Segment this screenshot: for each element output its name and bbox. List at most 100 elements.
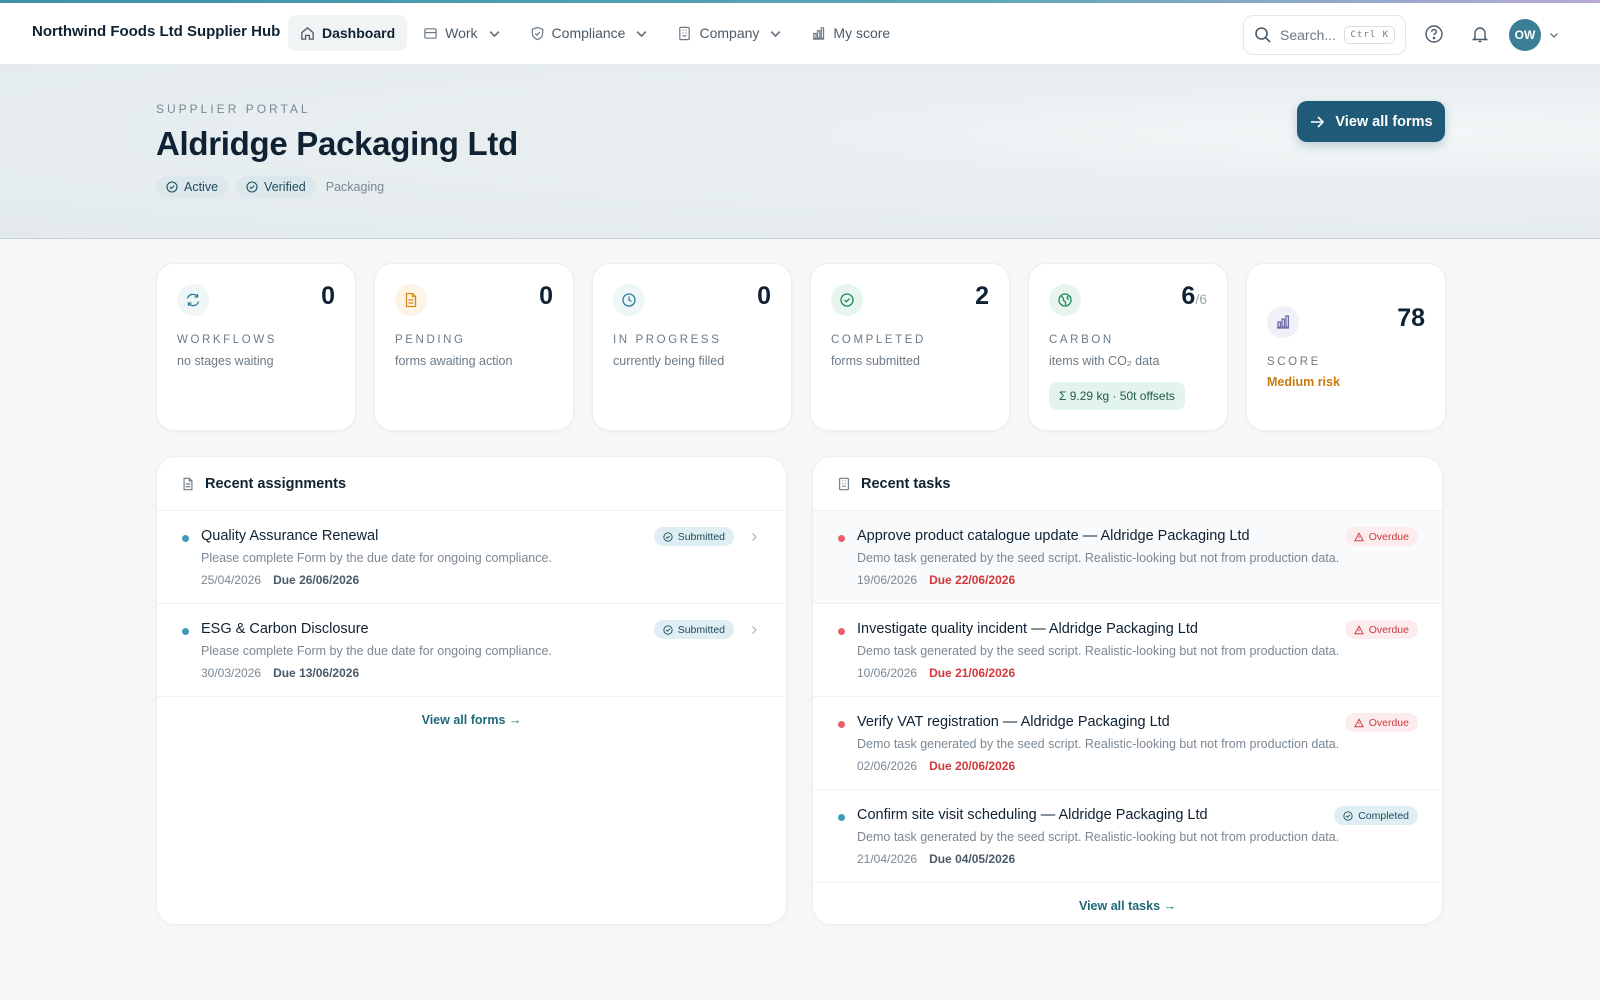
stat-card-carbon[interactable]: 6/6 CARBON items with CO₂ data Σ 9.29 kg…	[1028, 263, 1228, 431]
nav-dashboard-label: Dashboard	[322, 25, 396, 41]
stat-card-completed[interactable]: 2 COMPLETED forms submitted	[810, 263, 1010, 431]
chevron-down-icon	[636, 30, 647, 37]
nav-work[interactable]: Work	[411, 15, 513, 51]
search-icon	[1255, 27, 1271, 43]
view-all-forms-link[interactable]: View all forms →	[157, 697, 786, 743]
status-label: Overdue	[1368, 530, 1409, 543]
stat-label: SCORE	[1267, 356, 1321, 368]
task-due-date: Due 20/06/2026	[929, 759, 1016, 773]
chevron-right-icon[interactable]	[748, 624, 760, 636]
help-button[interactable]	[1423, 23, 1445, 45]
status-dot	[838, 535, 845, 542]
recent-tasks-panel: Recent tasks Approve product catalogue u…	[812, 456, 1443, 925]
task-title: Approve product catalogue update — Aldri…	[857, 528, 1250, 544]
search-placeholder: Search...	[1280, 27, 1337, 43]
chevron-down-icon[interactable]	[1548, 29, 1560, 41]
arrow-right-icon	[1311, 115, 1325, 128]
panel-header: Recent assignments	[157, 457, 786, 511]
stat-label: IN PROGRESS	[613, 334, 722, 346]
panel-title: Recent tasks	[861, 475, 951, 492]
risk-level: Medium risk	[1267, 375, 1340, 389]
building-icon	[679, 26, 691, 40]
stat-label: PENDING	[395, 334, 466, 346]
help-icon	[1425, 25, 1443, 43]
status-badge: Submitted	[653, 527, 734, 546]
nav-dashboard[interactable]: Dashboard	[288, 15, 408, 51]
task-row[interactable]: Confirm site visit scheduling — Aldridge…	[813, 790, 1442, 883]
task-due-date: Due 04/05/2026	[929, 852, 1016, 866]
task-row[interactable]: Approve product catalogue update — Aldri…	[813, 511, 1442, 604]
status-dot	[838, 628, 845, 635]
warning-icon	[1353, 717, 1364, 727]
status-badge-label: Active	[184, 180, 219, 194]
item-description: Please complete Form by the due date for…	[201, 551, 552, 565]
task-description: Demo task generated by the seed script. …	[857, 551, 1340, 565]
task-title: Verify VAT registration — Aldridge Packa…	[857, 714, 1170, 730]
check-circle-icon	[663, 624, 673, 635]
view-all-tasks-link[interactable]: View all tasks →	[813, 883, 1442, 924]
item-meta: 25/04/2026 Due 26/06/2026	[201, 573, 359, 587]
status-dot	[182, 535, 189, 542]
nav-company[interactable]: Company	[665, 15, 795, 51]
check-circle-icon	[1343, 810, 1353, 821]
main-nav: Dashboard Work Compliance Company My sco…	[288, 15, 902, 51]
stat-card-score[interactable]: 78 SCORE Medium risk	[1246, 263, 1446, 431]
panel-title: Recent assignments	[205, 475, 347, 492]
brand-name[interactable]: Northwind Foods Ltd Supplier Hub	[32, 23, 280, 40]
view-all-forms-label: View all forms	[1335, 113, 1433, 130]
task-description: Demo task generated by the seed script. …	[857, 830, 1340, 844]
globe-icon	[1049, 284, 1081, 316]
status-badge-label: Verified	[264, 180, 306, 194]
status-badges: Active Verified Packaging	[156, 176, 384, 198]
item-meta: 30/03/2026 Due 13/06/2026	[201, 666, 359, 680]
top-navigation-bar: Northwind Foods Ltd Supplier Hub Dashboa…	[0, 3, 1600, 65]
bar-chart-icon	[813, 26, 825, 40]
view-all-forms-button[interactable]: View all forms	[1297, 101, 1445, 142]
status-label: Submitted	[677, 530, 725, 543]
list-item[interactable]: Quality Assurance Renewal Please complet…	[157, 511, 786, 604]
task-description: Demo task generated by the seed script. …	[857, 737, 1340, 751]
task-row[interactable]: Verify VAT registration — Aldridge Packa…	[813, 697, 1442, 790]
stat-subtitle: no stages waiting	[177, 354, 274, 368]
stat-card-in-progress[interactable]: 0 IN PROGRESS currently being filled	[592, 263, 792, 431]
user-avatar[interactable]: OW	[1509, 19, 1541, 51]
item-due-date: Due 13/06/2026	[273, 666, 360, 680]
task-row[interactable]: Investigate quality incident — Aldridge …	[813, 604, 1442, 697]
shield-check-icon	[531, 26, 543, 40]
stat-value: 78	[1397, 304, 1425, 332]
stat-card-workflows[interactable]: 0 WORKFLOWS no stages waiting	[156, 263, 356, 431]
status-label: Completed	[1358, 809, 1409, 822]
refresh-icon	[177, 284, 209, 316]
status-dot	[838, 721, 845, 728]
page-header: SUPPLIER PORTAL Aldridge Packaging Ltd A…	[0, 65, 1600, 239]
task-date: 02/06/2026	[857, 759, 918, 773]
status-badge-active: Active	[156, 176, 229, 198]
task-meta: 02/06/2026 Due 20/06/2026	[857, 759, 1015, 773]
chevron-down-icon	[770, 30, 781, 37]
recent-assignments-panel: Recent assignments Quality Assurance Ren…	[156, 456, 787, 925]
stat-label: CARBON	[1049, 334, 1114, 346]
chevron-right-icon[interactable]	[748, 531, 760, 543]
nav-compliance[interactable]: Compliance	[518, 15, 662, 51]
item-due-date: Due 26/06/2026	[273, 573, 360, 587]
stat-value-number: 6	[1181, 282, 1196, 310]
task-title: Investigate quality incident — Aldridge …	[857, 621, 1198, 637]
notifications-button[interactable]	[1469, 23, 1491, 45]
inbox-icon	[424, 27, 437, 39]
status-badge: Completed	[1334, 806, 1418, 825]
stat-subtitle: items with CO₂ data	[1049, 354, 1160, 368]
stat-card-pending[interactable]: 0 PENDING forms awaiting action	[374, 263, 574, 431]
carbon-summary-pill: Σ 9.29 kg · 50t offsets	[1049, 382, 1185, 410]
bell-icon	[1471, 27, 1489, 43]
document-icon	[395, 284, 427, 316]
check-circle-icon	[663, 531, 673, 542]
list-item[interactable]: ESG & Carbon Disclosure Please complete …	[157, 604, 786, 697]
stat-value: 2	[975, 282, 989, 310]
stat-label: COMPLETED	[831, 334, 926, 346]
search-input[interactable]: Search... Ctrl K	[1243, 15, 1406, 55]
home-icon	[301, 26, 314, 40]
stat-value: 6/6	[1181, 282, 1207, 311]
nav-compliance-label: Compliance	[551, 25, 626, 41]
item-title: Quality Assurance Renewal	[201, 528, 379, 544]
nav-my-score[interactable]: My score	[799, 15, 902, 51]
